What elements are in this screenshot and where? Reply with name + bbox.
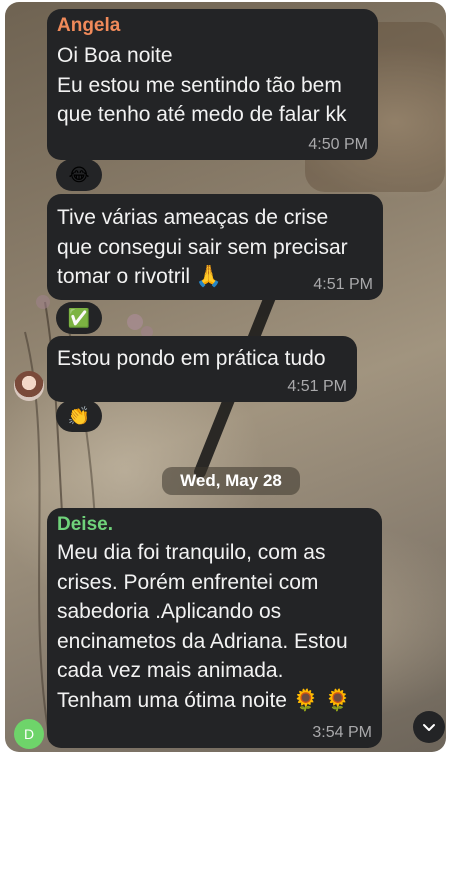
message-line: encinametos da Adriana. Estou [57, 629, 348, 653]
message-line: Tive várias ameaças de crise [57, 206, 329, 229]
message-line: que consegui sair sem precisar [57, 235, 348, 259]
sender-name: Deise. [57, 514, 113, 535]
message-time: 4:51 PM [287, 378, 347, 395]
reaction-check-emoji[interactable]: ✅ [56, 302, 102, 334]
chat-view: Angela Oi Boa noite Eu estou me sentindo… [5, 2, 446, 752]
message-bubble[interactable]: Deise. Meu dia foi tranquilo, com as cri… [47, 508, 382, 748]
reaction-laughing-emoji[interactable]: 😂 [56, 159, 102, 191]
avatar[interactable] [14, 371, 44, 401]
message-bubble[interactable]: Estou pondo em prática tudo 4:51 PM [47, 336, 357, 402]
message-line: Meu dia foi tranquilo, com as [57, 541, 326, 564]
message-bubble[interactable]: Angela Oi Boa noite Eu estou me sentindo… [47, 9, 378, 160]
sender-name: Angela [57, 15, 121, 36]
message-line: sabedoria .Aplicando os [57, 600, 282, 623]
scroll-down-button[interactable] [413, 711, 445, 743]
message-line: crises. Porém enfrentei com [57, 570, 319, 594]
avatar[interactable]: D [14, 719, 44, 749]
message-line: que tenho até medo de falar kk [57, 103, 347, 126]
date-separator: Wed, May 28 [162, 467, 300, 495]
message-time: 4:50 PM [308, 136, 368, 153]
message-time: 3:54 PM [312, 724, 372, 741]
message-line: Estou pondo em prática tudo [57, 347, 326, 370]
message-bubble[interactable]: Tive várias ameaças de crise que consegu… [47, 194, 383, 300]
reaction-clapping-emoji[interactable]: 👏 [56, 400, 102, 432]
message-line: Tenham uma ótima noite 🌻 🌻 [57, 688, 351, 712]
message-time: 4:51 PM [313, 276, 373, 293]
message-line: Oi Boa noite [57, 44, 173, 67]
message-line: cada vez mais animada. [57, 659, 284, 682]
message-line: Eu estou me sentindo tão bem [57, 73, 342, 97]
chevron-down-icon [423, 724, 435, 731]
